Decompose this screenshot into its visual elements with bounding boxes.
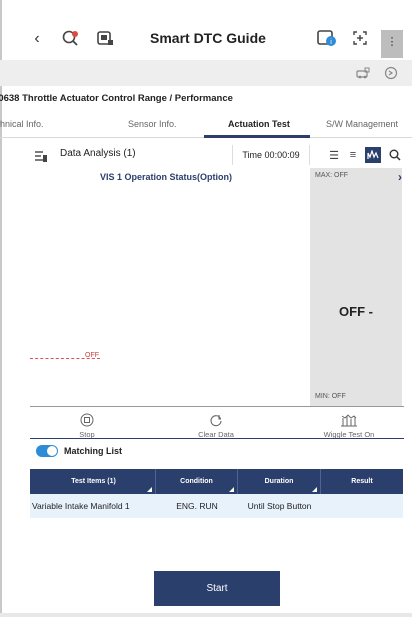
matching-list-row: Matching List (36, 444, 122, 458)
graph-title: VIS 1 Operation Status(Option) (100, 172, 233, 182)
sort-icon (229, 487, 234, 492)
current-value: OFF - (339, 304, 373, 319)
graph-view-icon[interactable] (365, 147, 381, 163)
arrow-icon[interactable] (383, 65, 399, 81)
search-icon[interactable] (387, 147, 403, 163)
table-row[interactable]: Variable Intake Manifold 1 ENG. RUN Unti… (30, 494, 403, 518)
help-icon[interactable]: i (316, 28, 338, 48)
top-app-bar: ‹ Smart DTC Guide i (0, 22, 412, 58)
sub-toolbar (0, 60, 412, 86)
app-screen: ‹ Smart DTC Guide i ⋮ P0638 Throttle Act… (0, 0, 412, 617)
refresh-icon (204, 412, 228, 428)
result-cell (321, 494, 403, 518)
tab-technical-info[interactable]: Technical Info. (0, 119, 44, 129)
wiggle-icon (337, 412, 361, 428)
test-item-cell: Variable Intake Manifold 1 (32, 501, 130, 511)
min-value: MIN: OFF (315, 393, 346, 400)
duration-cell: Until Stop Button (247, 501, 312, 511)
value-panel: MAX: OFF OFF - MIN: OFF (310, 168, 402, 406)
max-value: MAX: OFF (315, 172, 349, 179)
elapsed-time-label: Time 00:00:09 (242, 150, 300, 160)
dtc-title: P0638 Throttle Actuator Control Range / … (0, 93, 233, 104)
elapsed-time: Time 00:00:09 (232, 145, 310, 165)
column-header[interactable]: Duration (238, 469, 321, 494)
chevron-right-icon[interactable]: › (398, 170, 402, 184)
condition-cell: ENG. RUN (176, 501, 218, 511)
column-header[interactable]: Result (321, 469, 403, 494)
sort-icon (312, 487, 317, 492)
graph-trace-label: OFF (85, 352, 99, 359)
data-analysis-bar: Data Analysis (1) Time 00:00:09 ☰ ≡ (0, 145, 412, 167)
stop-button[interactable]: Stop (70, 412, 104, 439)
column-header-label: Duration (264, 478, 294, 485)
bottom-edge (0, 613, 412, 617)
divider (30, 438, 404, 439)
dtc-search-icon[interactable] (60, 28, 80, 48)
column-header-label: Result (351, 478, 373, 485)
text-view-icon[interactable]: ≡ (345, 147, 361, 163)
matching-list-label: Matching List (64, 446, 122, 456)
clear-data-button[interactable]: Clear Data (188, 412, 244, 439)
list-view-icon[interactable]: ☰ (326, 147, 342, 163)
wiggle-test-button[interactable]: Wiggle Test On (318, 412, 380, 439)
tab-sensor-info[interactable]: Sensor Info. (128, 119, 177, 129)
vehicle-icon[interactable] (95, 28, 115, 48)
data-analysis-label: Data Analysis (1) (60, 148, 136, 159)
page-title: Smart DTC Guide (150, 30, 266, 46)
expand-icon[interactable] (351, 29, 369, 47)
sensor-graph[interactable]: VIS 1 Operation Status(Option) OFF (30, 168, 310, 406)
tab-actuation-test[interactable]: Actuation Test (228, 119, 290, 129)
more-menu-area[interactable]: ⋮ (381, 30, 403, 58)
column-header-label: Test Items (1) (71, 478, 116, 485)
more-icon[interactable]: ⋮ (387, 34, 398, 48)
start-button[interactable]: Start (154, 571, 280, 606)
test-items-table: Test Items (1) Condition Duration Result… (30, 469, 403, 518)
column-header[interactable]: Condition (156, 469, 238, 494)
active-tab-indicator (204, 135, 310, 138)
divider (30, 406, 404, 407)
back-icon[interactable]: ‹ (30, 30, 44, 47)
tab-sw-management[interactable]: S/W Management (326, 119, 398, 129)
matching-list-toggle[interactable] (36, 445, 58, 457)
sort-icon (147, 487, 152, 492)
column-header[interactable]: Test Items (1) (30, 469, 156, 494)
stop-icon (75, 412, 99, 428)
table-header: Test Items (1) Condition Duration Result (30, 469, 403, 494)
car-icon[interactable] (355, 65, 371, 81)
data-analysis-icon[interactable] (33, 148, 49, 164)
tab-bar: Technical Info. Sensor Info. Actuation T… (0, 114, 412, 138)
column-header-label: Condition (180, 478, 213, 485)
